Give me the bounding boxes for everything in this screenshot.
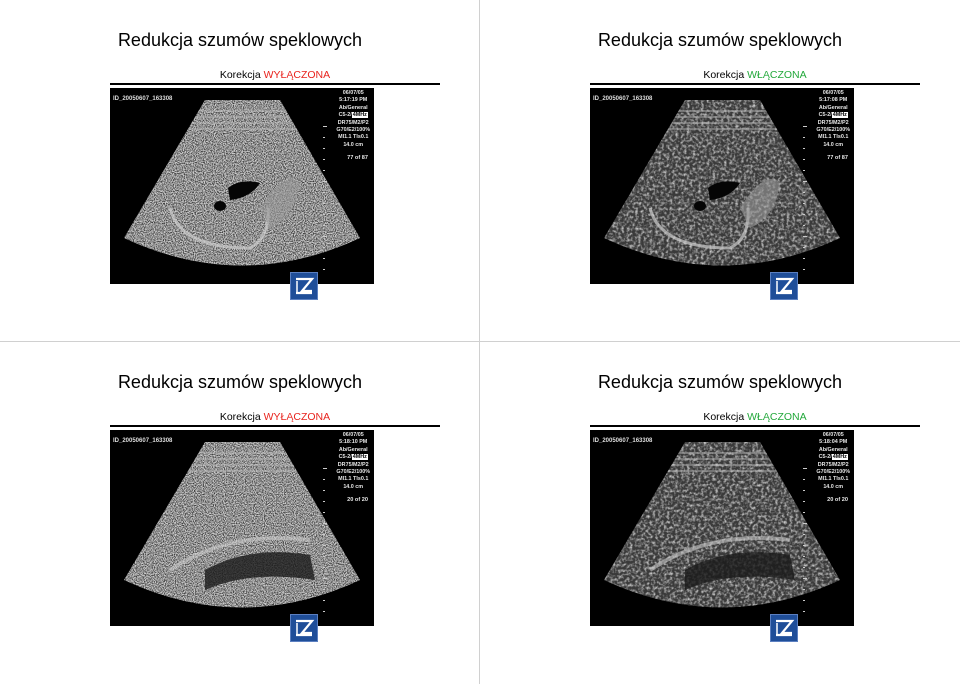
probe-line: C5-2/4MHz	[816, 112, 850, 119]
scan-time: 5:18:04 PM	[819, 439, 848, 446]
frame-counter: 20 of 20	[347, 497, 368, 503]
correction-subtitle: Korekcja WŁĄCZONA	[590, 69, 920, 81]
dynamic-range: DR75/M2/P2	[817, 119, 849, 126]
scan-depth: 14.0 cm	[823, 483, 844, 490]
patient-id: ID_20050607_163308	[593, 438, 653, 444]
probe-line: C5-2/4MHz	[336, 112, 370, 119]
gain-setting: G70/E2/100%	[816, 469, 850, 476]
correction-label: Korekcja	[219, 411, 261, 423]
patient-id: ID_20050607_163308	[593, 96, 653, 102]
probe-name: C5-2/	[338, 112, 352, 119]
mechanical-index: MI1.1 TIs0.1	[818, 134, 849, 141]
correction-label: Korekcja	[703, 69, 745, 81]
scan-preset: Ab/General	[338, 446, 368, 453]
ultrasound-scan	[604, 100, 840, 270]
correction-label: Korekcja	[219, 69, 261, 81]
z-logo-icon	[290, 614, 318, 642]
ultrasound-image: ID_20050607_163308 06/07/05 5:17:19 PM A…	[110, 88, 374, 284]
z-logo-icon	[290, 272, 318, 300]
scan-time: 5:17:19 PM	[339, 97, 368, 104]
z-logo-icon	[770, 272, 798, 300]
gain-setting: G70/E2/100%	[816, 127, 850, 134]
subtitle-rule	[110, 425, 440, 427]
ultrasound-image: ID_20050607_163308 06/07/05 5:17:08 PM A…	[590, 88, 854, 284]
probe-name: C5-2/	[338, 454, 352, 461]
scan-preset: Ab/General	[338, 104, 368, 111]
dynamic-range: DR75/M2/P2	[337, 461, 369, 468]
correction-state: WŁĄCZONA	[747, 411, 807, 423]
scan-parameters: 06/07/05 5:17:08 PM Ab/General C5-2/4MHz…	[816, 90, 850, 149]
scan-parameters: 06/07/05 5:17:19 PM Ab/General C5-2/4MHz…	[336, 90, 370, 149]
ultrasound-image: ID_20050607_163308 06/07/05 5:18:04 PM A…	[590, 430, 854, 626]
subtitle-rule	[590, 83, 920, 85]
probe-line: C5-2/4MHz	[816, 454, 850, 461]
dynamic-range: DR75/M2/P2	[337, 119, 369, 126]
scan-parameters: 06/07/05 5:18:10 PM Ab/General C5-2/4MHz…	[336, 432, 370, 491]
slide: Redukcja szumów speklowych Korekcja WYŁĄ…	[0, 0, 480, 342]
scan-date: 06/07/05	[822, 432, 844, 438]
slide: Redukcja szumów speklowych Korekcja WŁĄC…	[480, 342, 960, 684]
scan-parameters: 06/07/05 5:18:04 PM Ab/General C5-2/4MHz…	[816, 432, 850, 491]
scan-depth: 14.0 cm	[343, 483, 364, 490]
mechanical-index: MI1.1 TIs0.1	[338, 134, 369, 141]
slide-title: Redukcja szumów speklowych	[117, 372, 363, 392]
probe-frequency: 4MHz	[351, 454, 368, 461]
dynamic-range: DR75/M2/P2	[817, 461, 849, 468]
probe-frequency: 4MHz	[351, 112, 368, 119]
frame-counter: 20 of 20	[827, 497, 848, 503]
probe-name: C5-2/	[818, 112, 832, 119]
gain-setting: G70/E2/100%	[336, 127, 370, 134]
probe-line: C5-2/4MHz	[336, 454, 370, 461]
correction-subtitle: Korekcja WYŁĄCZONA	[110, 411, 440, 423]
scan-depth: 14.0 cm	[823, 141, 844, 148]
slide-title: Redukcja szumów speklowych	[117, 30, 363, 50]
ultrasound-image: ID_20050607_163308 06/07/05 5:18:10 PM A…	[110, 430, 374, 626]
correction-subtitle: Korekcja WŁĄCZONA	[590, 411, 920, 423]
mechanical-index: MI1.1 TIs0.1	[818, 476, 849, 483]
correction-state: WŁĄCZONA	[747, 69, 807, 81]
slide-title: Redukcja szumów speklowych	[597, 372, 843, 392]
probe-name: C5-2/	[818, 454, 832, 461]
scan-preset: Ab/General	[818, 446, 848, 453]
gain-setting: G70/E2/100%	[336, 469, 370, 476]
slide: Redukcja szumów speklowych Korekcja WYŁĄ…	[0, 342, 480, 684]
scan-time: 5:18:10 PM	[339, 439, 368, 446]
correction-state: WYŁĄCZONA	[263, 69, 331, 81]
scan-preset: Ab/General	[818, 104, 848, 111]
correction-subtitle: Korekcja WYŁĄCZONA	[110, 69, 440, 81]
subtitle-rule	[110, 83, 440, 85]
scan-date: 06/07/05	[822, 90, 844, 96]
scan-date: 06/07/05	[342, 90, 364, 96]
mechanical-index: MI1.1 TIs0.1	[338, 476, 369, 483]
scan-date: 06/07/05	[342, 432, 364, 438]
scan-time: 5:17:08 PM	[819, 97, 848, 104]
slide-title: Redukcja szumów speklowych	[597, 30, 843, 50]
patient-id: ID_20050607_163308	[113, 438, 173, 444]
correction-label: Korekcja	[703, 411, 745, 423]
scan-depth: 14.0 cm	[343, 141, 364, 148]
correction-state: WYŁĄCZONA	[263, 411, 331, 423]
ultrasound-scan	[604, 442, 840, 612]
frame-counter: 77 of 87	[347, 155, 368, 161]
probe-frequency: 4MHz	[831, 112, 848, 119]
ultrasound-scan	[124, 100, 360, 270]
frame-counter: 77 of 87	[827, 155, 848, 161]
subtitle-rule	[590, 425, 920, 427]
probe-frequency: 4MHz	[831, 454, 848, 461]
ultrasound-scan	[124, 442, 360, 612]
z-logo-icon	[770, 614, 798, 642]
slide: Redukcja szumów speklowych Korekcja WŁĄC…	[480, 0, 960, 342]
patient-id: ID_20050607_163308	[113, 96, 173, 102]
